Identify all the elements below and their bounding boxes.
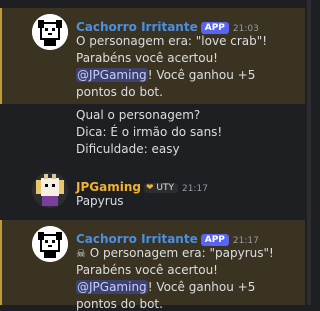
message-line: Dica: É o irmão do sans! — [76, 125, 223, 139]
server-tag-label: UTY — [156, 183, 174, 193]
message-line: @JPGaming! Você ganhou +5 — [76, 68, 255, 82]
dog-avatar-icon — [32, 14, 68, 50]
message-text: O personagem era: "papyrus"! — [89, 246, 274, 260]
mention-text: ! Você ganhou +5 — [147, 280, 256, 294]
message-bot-2: Qual o personagem? Dica: É o irmão do sa… — [0, 104, 305, 160]
avatar-user[interactable] — [32, 172, 68, 208]
goat-avatar-icon — [32, 172, 68, 208]
server-tag[interactable]: ❤ UTY — [143, 183, 178, 193]
timestamp: 21:03 — [232, 24, 259, 34]
message-line: ☠ O personagem era: "papyrus"! — [76, 246, 274, 260]
message-line: Dificuldade: easy — [76, 142, 180, 156]
timestamp: 21:17 — [181, 184, 208, 194]
message-user: JPGaming ❤ UTY 21:17 Papyrus — [0, 168, 305, 214]
app-badge: APP — [200, 234, 229, 246]
dog-avatar-icon — [32, 226, 68, 262]
heart-icon: ❤ — [145, 183, 154, 193]
message-line: Papyrus — [76, 194, 124, 208]
message-line: Parabéns você acertou! — [76, 51, 218, 65]
app-badge: APP — [200, 22, 229, 34]
message-header: Cachorro Irritante APP 21:03 — [76, 16, 259, 35]
avatar-bot[interactable] — [32, 226, 68, 262]
message-header: JPGaming ❤ UTY 21:17 — [76, 176, 208, 195]
author-name[interactable]: JPGaming — [76, 180, 141, 194]
message-bot-3: Cachorro Irritante APP 21:17 ☠ O personage… — [0, 220, 305, 311]
timestamp: 21:17 — [232, 236, 259, 246]
author-name[interactable]: Cachorro Irritante — [76, 232, 198, 246]
user-mention[interactable]: @JPGaming — [76, 280, 148, 294]
message-header: Cachorro Irritante APP 21:17 — [76, 228, 259, 247]
message-line: Parabéns você acertou! — [76, 263, 218, 277]
avatar-bot[interactable] — [32, 14, 68, 50]
message-bot-1: Cachorro Irritante APP 21:03 O personagem … — [0, 8, 305, 104]
skeleton-emoji-icon: ☠ — [76, 247, 86, 260]
message-line: @JPGaming! Você ganhou +5 — [76, 280, 255, 294]
user-mention[interactable]: @JPGaming — [76, 68, 148, 82]
message-line: pontos do bot. — [76, 85, 163, 99]
author-name[interactable]: Cachorro Irritante — [76, 20, 198, 34]
mention-text: ! Você ganhou +5 — [147, 68, 256, 82]
message-line: Qual o personagem? — [76, 108, 201, 122]
message-line: O personagem era: "love crab"! — [76, 34, 268, 48]
scrollbar[interactable] — [307, 0, 311, 305]
message-line: pontos do bot. — [76, 297, 163, 311]
